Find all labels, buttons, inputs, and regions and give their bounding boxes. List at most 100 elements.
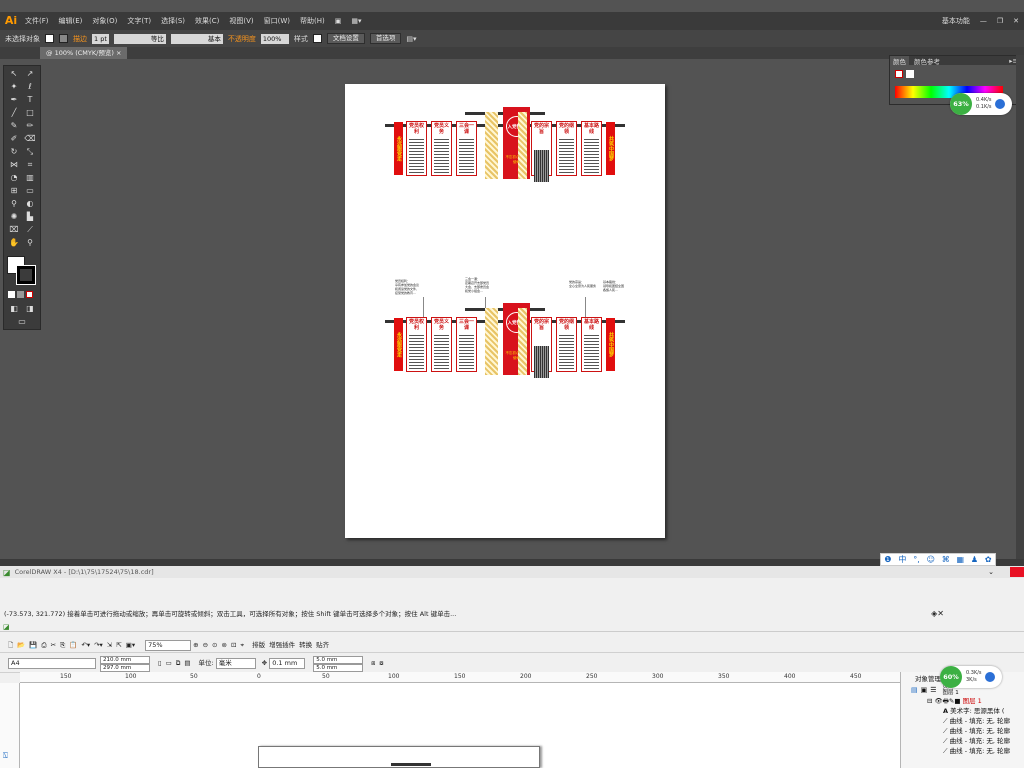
perspective-grid-icon[interactable]: ▥	[24, 173, 36, 183]
scale-tool-icon[interactable]: ⤡	[24, 147, 36, 157]
white-swatch[interactable]	[906, 70, 914, 78]
menu-view[interactable]: 视图(V)	[224, 16, 258, 26]
stroke-weight-field[interactable]: 1 pt	[92, 33, 109, 44]
eyedropper-icon[interactable]: ⚲	[8, 199, 20, 209]
workspace-switcher[interactable]: 基本功能	[937, 16, 975, 26]
menu-window[interactable]: 窗口(W)	[259, 16, 295, 26]
close-tab-icon[interactable]: ×	[116, 49, 121, 57]
object-row[interactable]: ⟋ 曲线 - 填充: 无, 轮廓	[927, 736, 1024, 746]
layout-plugin-button[interactable]: 排版	[250, 640, 267, 651]
selection-tool-icon[interactable]: ↖	[8, 69, 20, 79]
undo-icon[interactable]: ↶▾	[79, 640, 92, 651]
paste-icon[interactable]: 📋	[67, 640, 79, 651]
opacity-label[interactable]: 不透明度	[228, 34, 256, 44]
page-height-field[interactable]: 297.0 mm	[100, 663, 150, 672]
object-row[interactable]: ⟋ 曲线 - 填充: 无, 轮廓	[927, 726, 1024, 736]
zoom-level-field[interactable]: 75%	[145, 640, 192, 651]
none-swatch[interactable]	[895, 70, 903, 78]
tab-color-guide[interactable]: 颜色参考	[909, 56, 945, 66]
mesh-tool-icon[interactable]: ⊞	[8, 186, 20, 196]
brush-tool-icon[interactable]: ✎	[8, 121, 20, 131]
color-mode-icon[interactable]	[8, 291, 15, 298]
preferences-button[interactable]: 首选项	[369, 33, 402, 44]
slice-tool-icon[interactable]: ⟋	[24, 225, 36, 235]
rotate-tool-icon[interactable]: ↻	[8, 147, 20, 157]
boost-ball-icon[interactable]	[994, 99, 1005, 109]
open-icon[interactable]: 📂	[15, 640, 27, 651]
draw-inside-icon[interactable]: ◨	[24, 304, 36, 314]
pen-tool-icon[interactable]: ✒	[8, 95, 20, 105]
rectangle-tool-icon[interactable]: □	[24, 108, 36, 118]
draw-objects-icon[interactable]: ⧇	[377, 658, 385, 669]
import-icon[interactable]: ⇲	[105, 640, 114, 651]
object-row[interactable]: A 美术字: 思源黑体 (	[927, 706, 1024, 716]
opacity-field[interactable]: 100%	[260, 33, 289, 44]
direct-selection-icon[interactable]: ↗	[24, 69, 36, 79]
ime-lang[interactable]: 中	[898, 554, 906, 565]
duplicate-distance-x[interactable]: 5.0 mm	[313, 655, 364, 664]
menu-object[interactable]: 对象(O)	[87, 16, 122, 26]
brush-definition[interactable]: 基本	[170, 33, 223, 44]
pan-icon[interactable]: ⌖	[238, 640, 246, 651]
none-mode-icon[interactable]	[26, 291, 33, 298]
show-properties-icon[interactable]: ▤	[911, 686, 918, 694]
boost-ball-icon[interactable]	[984, 672, 995, 682]
stroke-label[interactable]: 描边	[73, 34, 87, 44]
line-tool-icon[interactable]: ╱	[8, 108, 20, 118]
artboard-tool-icon[interactable]: ⌧	[8, 225, 20, 235]
type-tool-icon[interactable]: T	[24, 95, 36, 105]
portrait-icon[interactable]: ▯	[156, 658, 164, 669]
nudge-field[interactable]: 0.1 mm	[269, 658, 306, 669]
ime-punct-icon[interactable]: °,	[913, 555, 920, 564]
screen-mode-icon[interactable]: ▭	[16, 317, 28, 327]
lasso-icon[interactable]: ℓ	[24, 82, 36, 92]
arrange-icon[interactable]: ▤▾	[406, 35, 416, 43]
duplicate-distance-y[interactable]: 5.0 mm	[313, 663, 364, 672]
redo-icon[interactable]: ↷▾	[92, 640, 105, 651]
ime-tools-icon[interactable]: ⌘	[942, 555, 950, 564]
pencil-tool-icon[interactable]: ✏	[24, 121, 36, 131]
close-icon[interactable]: ✕	[1008, 17, 1024, 25]
zoom-out-icon[interactable]: ⊖	[201, 640, 210, 651]
ime-skin-icon[interactable]: ♟	[971, 555, 978, 564]
all-pages-icon[interactable]: ⧉	[174, 658, 183, 669]
symbol-sprayer-icon[interactable]: ✺	[8, 212, 20, 222]
close-icon[interactable]	[1010, 567, 1024, 577]
object-row[interactable]: ⟋ 曲线 - 填充: 无, 轮廓	[927, 746, 1024, 756]
network-speed-widget[interactable]: 63% 0.4K/s 0.1K/s	[950, 93, 1012, 115]
copy-icon[interactable]: ⎘	[58, 640, 67, 651]
blend-tool-icon[interactable]: ◐	[24, 199, 36, 209]
menu-effect[interactable]: 效果(C)	[190, 16, 224, 26]
zoom-all-icon[interactable]: ⊚	[219, 640, 228, 651]
snap-button[interactable]: 贴齐	[314, 640, 331, 651]
stroke-swatch[interactable]	[59, 34, 68, 43]
graph-tool-icon[interactable]: ▙	[24, 212, 36, 222]
hand-tool-icon[interactable]: ✋	[8, 238, 20, 248]
menu-help[interactable]: 帮助(H)	[295, 16, 330, 26]
landscape-icon[interactable]: ▭	[164, 658, 174, 669]
unit-select[interactable]: 毫米	[215, 658, 256, 669]
tab-color[interactable]: 颜色	[890, 55, 909, 66]
current-page-icon[interactable]: ▤	[182, 658, 192, 669]
pick-tool-icon[interactable]: ⍂	[3, 751, 15, 763]
restore-icon[interactable]: ❐	[992, 17, 1008, 25]
arrange-documents-icon[interactable]: ▦▾	[346, 17, 366, 25]
minimize-icon[interactable]: —	[975, 17, 992, 25]
ime-logo-icon[interactable]: ❶	[884, 555, 891, 564]
convert-button[interactable]: 转换	[297, 640, 314, 651]
shape-builder-icon[interactable]: ◔	[8, 173, 20, 183]
menu-type[interactable]: 文字(T)	[122, 16, 156, 26]
width-tool-icon[interactable]: ⋈	[8, 160, 20, 170]
bridge-icon[interactable]: ▣	[330, 17, 347, 25]
variable-width-profile[interactable]: 等比	[113, 33, 166, 44]
menu-select[interactable]: 选择(S)	[156, 16, 190, 26]
edit-across-layers-icon[interactable]: ▣	[921, 686, 928, 694]
zoom-page-icon[interactable]: ⊡	[229, 640, 238, 651]
layer-visibility-icon[interactable]: ⊟ 👁🖶✎■	[927, 697, 963, 705]
ime-settings-icon[interactable]: ✿	[985, 555, 992, 564]
menu-file[interactable]: 文件(F)	[20, 16, 54, 26]
stroke-color-icon[interactable]	[16, 265, 36, 285]
zoom-selected-icon[interactable]: ⊙	[210, 640, 219, 651]
document-setup-button[interactable]: 文档设置	[326, 33, 365, 44]
object-row[interactable]: ⟋ 曲线 - 填充: 无, 轮廓	[927, 716, 1024, 726]
